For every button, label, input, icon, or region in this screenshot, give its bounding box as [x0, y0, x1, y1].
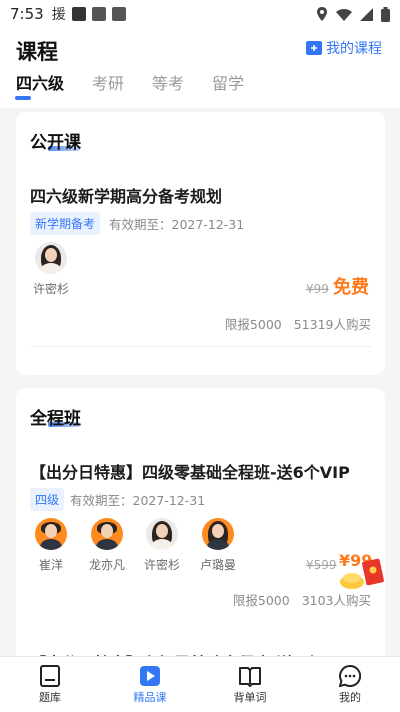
- question-bank-icon: [40, 664, 60, 687]
- chat-icon: [339, 664, 361, 687]
- original-price: ¥599: [306, 558, 337, 572]
- my-courses-label: 我的课程: [326, 41, 382, 57]
- original-price: ¥99: [306, 282, 329, 296]
- buyer-count: 3103人购买: [301, 593, 371, 608]
- teacher-name: 崔洋: [38, 558, 63, 572]
- signal-icon: [360, 7, 373, 21]
- avatar: [146, 518, 178, 550]
- red-envelope-icon: [340, 558, 384, 589]
- teacher[interactable]: 许密杉: [137, 518, 187, 573]
- notification-square-icon-2: [111, 7, 126, 21]
- enroll-limit: 限报5000: [224, 317, 282, 332]
- bottom-nav: 题库 精品课 背单词 我的: [0, 656, 400, 712]
- course-tag: 新学期备考: [30, 212, 101, 235]
- notification-app-icon: 援: [51, 7, 66, 23]
- add-course-icon: [306, 41, 322, 55]
- open-course-card: 公开课 四六级新学期高分备考规划 新学期备考 有效期至：2027-12-31 许…: [16, 112, 385, 375]
- teacher-name: 许密杉: [143, 558, 180, 572]
- buyer-count: 51319人购买: [293, 317, 371, 332]
- tab-ncre[interactable]: 等考: [152, 70, 184, 94]
- course-stats: 限报5000 3103人购买: [233, 590, 371, 609]
- nav-label: 题库: [39, 690, 61, 704]
- nav-question-bank[interactable]: 题库: [0, 657, 100, 712]
- status-time: 7:53: [10, 5, 44, 23]
- teacher-name: 许密杉: [32, 282, 69, 296]
- nav-label: 背单词: [233, 690, 267, 704]
- status-bar: 7:53 援: [0, 0, 400, 28]
- avatar: [202, 518, 234, 550]
- location-icon: [317, 7, 327, 21]
- active-tab-indicator: [15, 96, 31, 100]
- enroll-limit: 限报5000: [232, 593, 290, 608]
- nav-vocabulary[interactable]: 背单词: [200, 657, 300, 712]
- tab-postgrad[interactable]: 考研: [92, 70, 124, 94]
- avatar: [35, 242, 67, 274]
- avatar: [35, 518, 67, 550]
- teacher-name: 龙亦凡: [88, 558, 125, 572]
- battery-icon: [381, 6, 390, 22]
- teacher-name: 卢璐曼: [199, 558, 236, 572]
- course-name[interactable]: 【出分日特惠】四级零基础全程班-送6个VIP: [30, 459, 350, 483]
- section-title: 公开课: [30, 133, 81, 153]
- course-tag: 四级: [30, 488, 65, 511]
- course-name[interactable]: 四六级新学期高分备考规划: [30, 183, 222, 207]
- full-course-card: 全程班 【出分日特惠】四级零基础全程班-送6个VIP 四级 有效期至：2027-…: [16, 388, 385, 688]
- course-stats: 限报5000 51319人购买: [225, 314, 371, 333]
- price-free: 免费: [333, 277, 369, 298]
- notification-square-icon: [91, 7, 106, 21]
- teacher[interactable]: 许密杉: [26, 242, 76, 297]
- tab-cet[interactable]: 四六级: [16, 70, 64, 94]
- section-title: 全程班: [30, 409, 81, 429]
- notification-a-icon: [71, 7, 86, 21]
- play-icon: [140, 665, 160, 686]
- tab-study-abroad[interactable]: 留学: [212, 70, 244, 94]
- divider: [30, 346, 371, 347]
- nav-premium-courses[interactable]: 精品课: [100, 657, 200, 712]
- avatar: [91, 518, 123, 550]
- nav-label: 我的: [339, 690, 361, 704]
- my-courses-button[interactable]: 我的课程: [306, 38, 382, 58]
- teacher[interactable]: 龙亦凡: [82, 518, 132, 573]
- page-title: 课程: [16, 40, 58, 64]
- category-tabs: 四六级 考研 等考 留学: [16, 70, 244, 94]
- teacher[interactable]: 卢璐曼: [193, 518, 243, 573]
- wifi-icon: [336, 8, 352, 21]
- nav-label: 精品课: [133, 690, 167, 704]
- teacher[interactable]: 崔洋: [26, 518, 76, 573]
- book-icon: [239, 666, 261, 687]
- page-header: 课程 我的课程 四六级 考研 等考 留学: [0, 28, 400, 108]
- course-validity: 有效期至：2027-12-31: [70, 493, 206, 508]
- nav-profile[interactable]: 我的: [300, 657, 400, 712]
- course-validity: 有效期至：2027-12-31: [109, 217, 245, 232]
